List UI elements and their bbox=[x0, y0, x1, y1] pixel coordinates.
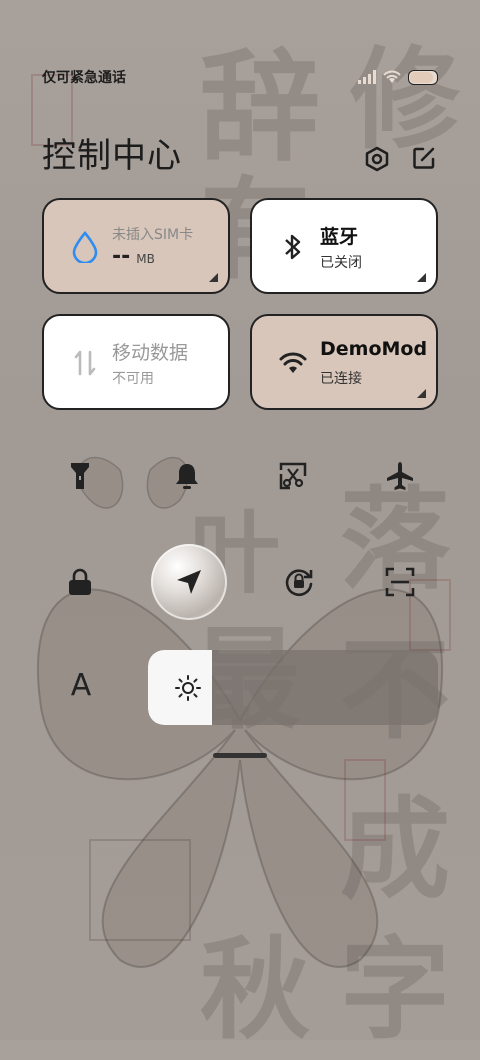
bluetooth-icon bbox=[276, 230, 310, 264]
data-unit: MB bbox=[136, 252, 155, 266]
bluetooth-tile[interactable]: 蓝牙 已关闭 bbox=[250, 198, 438, 294]
wifi-tile[interactable]: DemoMode 已连接 bbox=[250, 314, 438, 410]
font-size-button[interactable]: A bbox=[66, 668, 96, 703]
edit-icon[interactable] bbox=[412, 146, 436, 170]
brightness-slider[interactable] bbox=[148, 650, 438, 725]
wifi-network-name: DemoMode bbox=[320, 338, 426, 360]
bell-icon[interactable] bbox=[157, 446, 217, 506]
expand-corner-icon bbox=[417, 273, 426, 282]
data-usage-tile[interactable]: 未插入SIM卡 -- MB bbox=[42, 198, 230, 294]
quick-toggles-row-1 bbox=[50, 446, 430, 506]
carrier-text: 仅可紧急通话 bbox=[42, 70, 126, 86]
location-icon[interactable] bbox=[151, 544, 228, 620]
settings-icon[interactable] bbox=[364, 146, 390, 172]
wifi-status-icon bbox=[383, 70, 401, 83]
screenshot-icon[interactable] bbox=[263, 446, 323, 506]
airplane-icon[interactable] bbox=[370, 446, 430, 506]
drag-handle[interactable] bbox=[213, 753, 267, 758]
brightness-icon bbox=[174, 674, 202, 702]
quick-toggles-row-2 bbox=[50, 544, 430, 620]
page-title: 控制中心 bbox=[42, 136, 182, 176]
wifi-status: 已连接 bbox=[320, 371, 362, 387]
expand-corner-icon bbox=[417, 389, 426, 398]
header-actions bbox=[364, 146, 436, 172]
expand-corner-icon bbox=[209, 273, 218, 282]
data-usage-value: -- MB bbox=[112, 244, 155, 269]
battery-icon bbox=[408, 69, 438, 85]
water-drop-icon bbox=[68, 230, 102, 264]
mobile-data-status: 不可用 bbox=[112, 371, 154, 387]
mobile-data-tile[interactable]: 移动数据 不可用 bbox=[42, 314, 230, 410]
bluetooth-status: 已关闭 bbox=[320, 255, 362, 271]
rotation-lock-icon[interactable] bbox=[269, 552, 329, 612]
status-icons bbox=[358, 69, 438, 85]
wifi-icon bbox=[276, 346, 310, 380]
lock-icon[interactable] bbox=[50, 552, 110, 612]
flashlight-icon[interactable] bbox=[50, 446, 110, 506]
status-bar: 仅可紧急通话 bbox=[42, 66, 438, 88]
bluetooth-label: 蓝牙 bbox=[320, 226, 359, 248]
sim-status-label: 未插入SIM卡 bbox=[112, 227, 194, 243]
mobile-data-label: 移动数据 bbox=[112, 342, 189, 364]
scan-icon[interactable] bbox=[370, 552, 430, 612]
data-arrows-icon bbox=[68, 346, 102, 380]
signal-icon bbox=[358, 70, 376, 84]
data-value: -- bbox=[112, 244, 131, 269]
